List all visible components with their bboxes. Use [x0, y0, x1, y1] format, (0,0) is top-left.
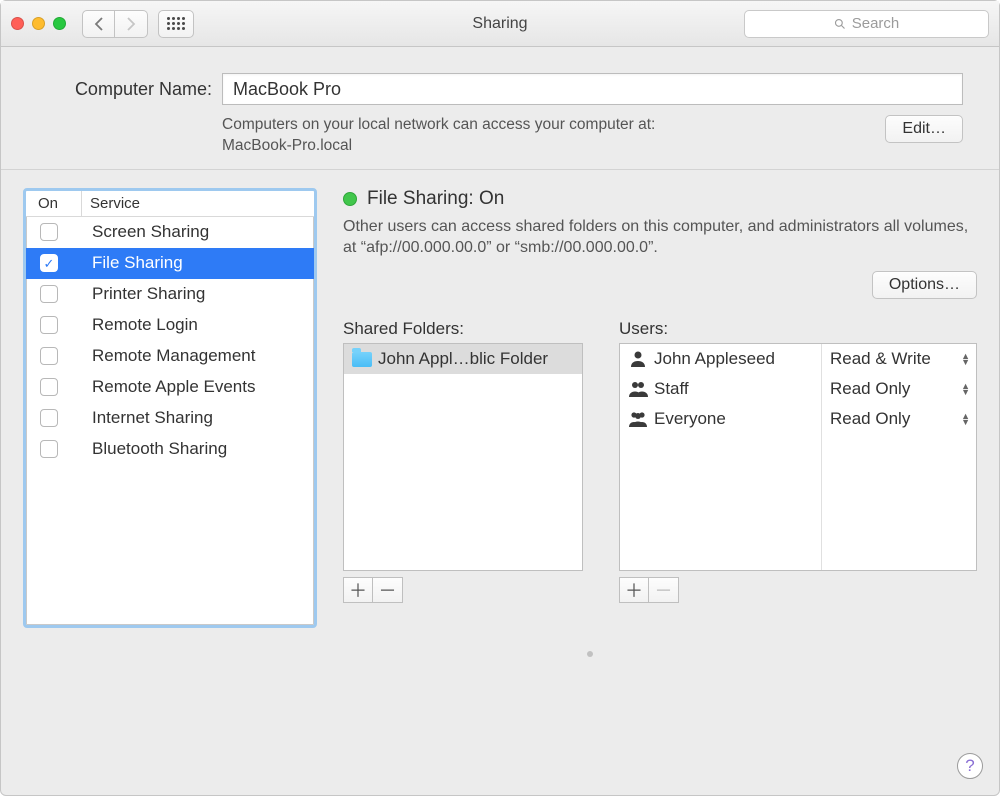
forward-button[interactable]: [115, 10, 148, 38]
service-name: Remote Login: [90, 315, 198, 335]
permission-select[interactable]: Read Only ▲▼: [822, 404, 976, 434]
service-row[interactable]: Remote Login: [26, 310, 314, 341]
services-col-service[interactable]: Service: [82, 191, 314, 216]
content: Computer Name: Computers on your local n…: [1, 47, 999, 795]
shared-folder-name: John Appl…blic Folder: [378, 349, 548, 369]
pair-icon: [628, 380, 648, 398]
user-name: Everyone: [654, 409, 726, 429]
back-button[interactable]: [82, 10, 115, 38]
service-row[interactable]: Printer Sharing: [26, 279, 314, 310]
service-checkbox[interactable]: [40, 378, 58, 396]
main-panel: On Service Screen Sharing ✓ File Sharing Pr…: [1, 170, 999, 795]
sharing-preferences-window: Sharing Search Computer Name: Computers …: [0, 0, 1000, 796]
users-add-remove: ＋ －: [619, 577, 977, 603]
options-button[interactable]: Options…: [872, 271, 977, 299]
status-description: Other users can access shared folders on…: [343, 216, 977, 259]
chevron-updown-icon: ▲▼: [961, 383, 970, 396]
status-title: File Sharing: On: [367, 188, 504, 210]
service-row[interactable]: Remote Management: [26, 341, 314, 372]
service-row[interactable]: Remote Apple Events: [26, 372, 314, 403]
service-name: Internet Sharing: [90, 408, 213, 428]
service-checkbox[interactable]: [40, 285, 58, 303]
service-name: File Sharing: [90, 253, 183, 273]
shared-folders-list[interactable]: John Appl…blic Folder: [343, 343, 583, 571]
users-list[interactable]: John Appleseed Staff Everyone Read & Write…: [619, 343, 977, 571]
service-detail: File Sharing: On Other users can access …: [343, 188, 977, 777]
computer-name-section: Computer Name: Computers on your local n…: [1, 47, 999, 170]
service-name: Remote Management: [90, 346, 255, 366]
grid-icon: [167, 17, 185, 30]
services-header: On Service: [26, 191, 314, 217]
remove-folder-button[interactable]: －: [373, 577, 403, 603]
user-name: Staff: [654, 379, 689, 399]
user-name: John Appleseed: [654, 349, 775, 369]
add-folder-button[interactable]: ＋: [343, 577, 373, 603]
titlebar: Sharing Search: [1, 1, 999, 47]
group-icon: [628, 410, 648, 428]
shared-folders-add-remove: ＋ －: [343, 577, 583, 603]
permission-label: Read Only: [830, 409, 910, 429]
service-checkbox[interactable]: [40, 347, 58, 365]
service-checkbox[interactable]: [40, 440, 58, 458]
permission-label: Read & Write: [830, 349, 931, 369]
service-row[interactable]: ✓ File Sharing: [26, 248, 314, 279]
edit-button[interactable]: Edit…: [885, 115, 963, 143]
user-row[interactable]: Staff: [620, 374, 821, 404]
services-col-on[interactable]: On: [26, 191, 82, 216]
chevron-updown-icon: ▲▼: [961, 353, 970, 366]
close-button[interactable]: [11, 17, 24, 30]
permission-select[interactable]: Read Only ▲▼: [822, 374, 976, 404]
chevron-updown-icon: ▲▼: [961, 413, 970, 426]
add-user-button[interactable]: ＋: [619, 577, 649, 603]
shared-folder-row[interactable]: John Appl…blic Folder: [344, 344, 582, 374]
service-checkbox[interactable]: [40, 409, 58, 427]
permission-select[interactable]: Read & Write ▲▼: [822, 344, 976, 374]
shared-folders-label: Shared Folders:: [343, 319, 583, 339]
shared-folders-column: Shared Folders: John Appl…blic Folder ＋ …: [343, 319, 583, 777]
users-label: Users:: [619, 319, 977, 339]
service-name: Remote Apple Events: [90, 377, 255, 397]
service-checkbox[interactable]: [40, 223, 58, 241]
search-icon: [834, 18, 846, 30]
service-name: Printer Sharing: [90, 284, 205, 304]
service-row[interactable]: Internet Sharing: [26, 403, 314, 434]
user-row[interactable]: John Appleseed: [620, 344, 821, 374]
window-controls: [11, 17, 66, 30]
users-column: Users: John Appleseed Staff Everyone Read …: [619, 319, 977, 777]
services-list[interactable]: On Service Screen Sharing ✓ File Sharing Pr…: [23, 188, 317, 628]
minimize-button[interactable]: [32, 17, 45, 30]
computer-name-hint: Computers on your local network can acce…: [222, 115, 885, 157]
help-button[interactable]: ?: [957, 753, 983, 779]
search-placeholder: Search: [852, 15, 900, 32]
service-row[interactable]: Bluetooth Sharing: [26, 434, 314, 465]
status-indicator-on-icon: [343, 192, 357, 206]
service-name: Bluetooth Sharing: [90, 439, 227, 459]
split-handle[interactable]: [587, 651, 593, 657]
service-row[interactable]: Screen Sharing: [26, 217, 314, 248]
permission-label: Read Only: [830, 379, 910, 399]
service-name: Screen Sharing: [90, 222, 209, 242]
folder-icon: [352, 352, 372, 367]
nav-buttons: [82, 10, 148, 38]
computer-name-label: Computer Name:: [37, 79, 222, 100]
service-checkbox[interactable]: [40, 316, 58, 334]
lists-area: Shared Folders: John Appl…blic Folder ＋ …: [343, 319, 977, 777]
user-row[interactable]: Everyone: [620, 404, 821, 434]
remove-user-button[interactable]: －: [649, 577, 679, 603]
person-icon: [628, 350, 648, 368]
service-checkbox[interactable]: ✓: [40, 254, 58, 272]
search-field[interactable]: Search: [744, 10, 989, 38]
show-all-button[interactable]: [158, 10, 194, 38]
zoom-button[interactable]: [53, 17, 66, 30]
computer-name-input[interactable]: [222, 73, 963, 105]
